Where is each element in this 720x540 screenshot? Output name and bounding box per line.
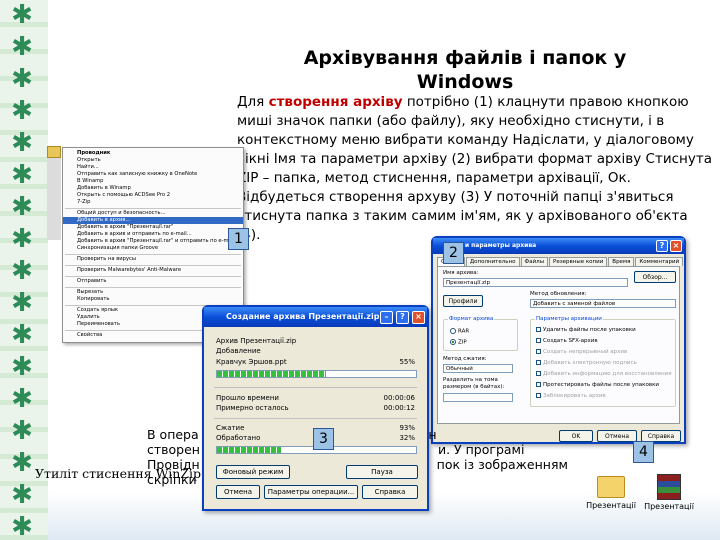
general-tab-panel: Имя архива: Обзор... Презентації.zip Мет… bbox=[437, 266, 680, 424]
remaining-row: Примерно осталось 00:00:12 bbox=[216, 404, 415, 412]
progress-cancel-button[interactable]: Отмена bbox=[216, 485, 260, 499]
progress-help-button[interactable]: Справка bbox=[362, 485, 418, 499]
slide-paragraph: Для створення архіву потрібно (1) клацну… bbox=[237, 93, 712, 245]
archive-progress-dialog: Создание архива Презентації.zip – ? × Ар… bbox=[202, 305, 429, 511]
archive-option-checkbox[interactable]: Создать SFX-архив bbox=[536, 338, 598, 344]
context-menu-item[interactable]: Копировать bbox=[63, 296, 243, 303]
archive-option-checkbox[interactable]: Добавить информацию для восстановления bbox=[536, 371, 672, 377]
context-menu-item[interactable]: Отправить как записную книжку в OneNote bbox=[63, 171, 243, 178]
archive-option-checkbox[interactable]: Удалить файлы после упаковки bbox=[536, 327, 636, 333]
context-menu-item[interactable]: Проверить Malwarebytes' Anti-Malware bbox=[63, 267, 243, 274]
update-method-label: Метод обновления: bbox=[530, 291, 587, 297]
menu-separator bbox=[65, 275, 241, 277]
context-menu-item[interactable]: Добавить в Winamp bbox=[63, 185, 243, 192]
divider bbox=[214, 418, 417, 419]
step-badge-4: 4 bbox=[633, 441, 654, 463]
progress-file-line: Кравчук Эршов.ppt 55% bbox=[216, 358, 415, 366]
close-icon[interactable]: × bbox=[412, 311, 425, 324]
compression-select[interactable]: Обычный bbox=[443, 364, 513, 373]
elapsed-row: Прошло времени 00:00:06 bbox=[216, 394, 415, 402]
paragraph-highlight: створення архіву bbox=[268, 94, 403, 110]
context-menu-item[interactable]: Отправить bbox=[63, 278, 243, 285]
file-progress-bar bbox=[216, 370, 417, 378]
archive-option-checkbox[interactable]: Добавить электронную подпись bbox=[536, 360, 637, 366]
format-group-label: Формат архива bbox=[448, 316, 495, 322]
context-menu-item[interactable]: Открыть с помощью ACDSee Pro 2 bbox=[63, 192, 243, 199]
format-group: Формат архива bbox=[443, 316, 518, 351]
progress-archive-line: Архив Презентації.zip bbox=[216, 337, 297, 345]
context-menu-item[interactable]: Проводник bbox=[63, 150, 243, 157]
format-rar-radio[interactable]: RAR bbox=[450, 328, 469, 335]
profiles-button[interactable]: Профили bbox=[443, 295, 483, 307]
result-archive-label: Презентації bbox=[644, 502, 694, 511]
tab-4[interactable]: Время bbox=[608, 257, 635, 266]
paragraph-start: Для bbox=[237, 94, 269, 110]
context-menu-item[interactable]: Синхронизация папки Groove bbox=[63, 245, 243, 252]
context-menu-item[interactable]: Найти... bbox=[63, 164, 243, 171]
browse-button[interactable]: Обзор... bbox=[634, 271, 676, 283]
close-icon[interactable]: × bbox=[670, 240, 682, 252]
context-menu-item[interactable]: 7-Zip bbox=[63, 199, 243, 206]
archive-params-dialog: Имя и параметры архива ? × ОбщиеДополнит… bbox=[431, 236, 686, 444]
explorer-strip bbox=[47, 158, 61, 240]
context-menu-item[interactable]: Добавить в архив "Презентації.rar" bbox=[63, 224, 243, 231]
split-volumes-label: Разделить на тома размером (в байтах): bbox=[443, 377, 505, 390]
file-percent: 55% bbox=[399, 358, 415, 366]
slide-title: Архівування файлів і папок у Windows bbox=[303, 47, 627, 93]
minimize-icon[interactable]: – bbox=[380, 311, 393, 324]
archive-option-checkbox[interactable]: Создать непрерывный архив bbox=[536, 349, 627, 355]
archive-name-field[interactable]: Презентації.zip bbox=[443, 278, 628, 287]
context-menu-item[interactable]: Проверить на вирусы bbox=[63, 256, 243, 263]
util-caption: Утиліт стиснення WinZip bbox=[35, 466, 201, 481]
tab-1[interactable]: Дополнительно bbox=[465, 257, 520, 266]
operation-params-button[interactable]: Параметры операции... bbox=[264, 485, 358, 499]
step-badge-2: 2 bbox=[443, 242, 464, 264]
tab-5[interactable]: Комментарий bbox=[635, 257, 684, 266]
context-menu-item[interactable]: Открыть bbox=[63, 157, 243, 164]
update-method-select[interactable]: Добавить с заменой файлов bbox=[530, 299, 676, 308]
progress-dialog-titlebar: Создание архива Презентації.zip – ? × bbox=[204, 307, 427, 327]
result-archive[interactable]: Презентації bbox=[642, 474, 696, 511]
help-icon[interactable]: ? bbox=[656, 240, 668, 252]
progress-dialog-title: Создание архива Презентації.zip bbox=[226, 312, 380, 321]
step-badge-1: 1 bbox=[228, 228, 249, 250]
archive-dialog-titlebar: Имя и параметры архива ? × bbox=[433, 238, 684, 254]
compression-label: Метод сжатия: bbox=[443, 356, 487, 362]
context-menu-item[interactable]: Добавить в архив... bbox=[63, 217, 243, 224]
paragraph-rest: потрібно (1) клацнути правою кнопкою миш… bbox=[237, 94, 712, 243]
folder-icon bbox=[47, 146, 61, 158]
archive-dialog-tabs: ОбщиеДополнительноФайлыРезервные копииВр… bbox=[433, 254, 684, 266]
result-folder-label: Презентації bbox=[586, 501, 636, 510]
tab-2[interactable]: Файлы bbox=[520, 257, 549, 266]
context-menu-item[interactable]: В Winamp bbox=[63, 178, 243, 185]
result-folder[interactable]: Презентації bbox=[586, 476, 636, 510]
context-menu-item[interactable]: Добавить в архив и отправить по e-mail..… bbox=[63, 231, 243, 238]
progress-action-line: Добавление bbox=[216, 347, 261, 355]
folder-icon bbox=[597, 476, 625, 498]
menu-separator bbox=[65, 286, 241, 288]
menu-separator bbox=[65, 207, 241, 209]
context-menu-item[interactable]: Вырезать bbox=[63, 289, 243, 296]
archive-option-checkbox[interactable]: Протестировать файлы после упаковки bbox=[536, 382, 659, 388]
format-zip-radio[interactable]: ZIP bbox=[450, 339, 467, 346]
step-badge-3: 3 bbox=[313, 428, 334, 450]
context-menu-item[interactable]: Общий доступ и безопасность... bbox=[63, 210, 243, 217]
archive-name-label: Имя архива: bbox=[443, 270, 479, 276]
help-icon[interactable]: ? bbox=[396, 311, 409, 324]
menu-separator bbox=[65, 253, 241, 255]
archive-option-checkbox[interactable]: Заблокировать архив bbox=[536, 393, 606, 399]
menu-separator bbox=[65, 264, 241, 266]
pause-button[interactable]: Пауза bbox=[346, 465, 418, 479]
tab-3[interactable]: Резервные копии bbox=[549, 257, 608, 266]
cancel-button[interactable]: Отмена bbox=[597, 430, 637, 442]
divider bbox=[214, 387, 417, 388]
split-volumes-field[interactable] bbox=[443, 393, 513, 402]
context-menu-item[interactable]: Добавить в архив "Презентації.rar" и отп… bbox=[63, 238, 243, 245]
background-mode-button[interactable]: Фоновый режим bbox=[216, 465, 290, 479]
params-group-label: Параметры архивации bbox=[535, 316, 603, 322]
winrar-archive-icon bbox=[657, 474, 681, 500]
